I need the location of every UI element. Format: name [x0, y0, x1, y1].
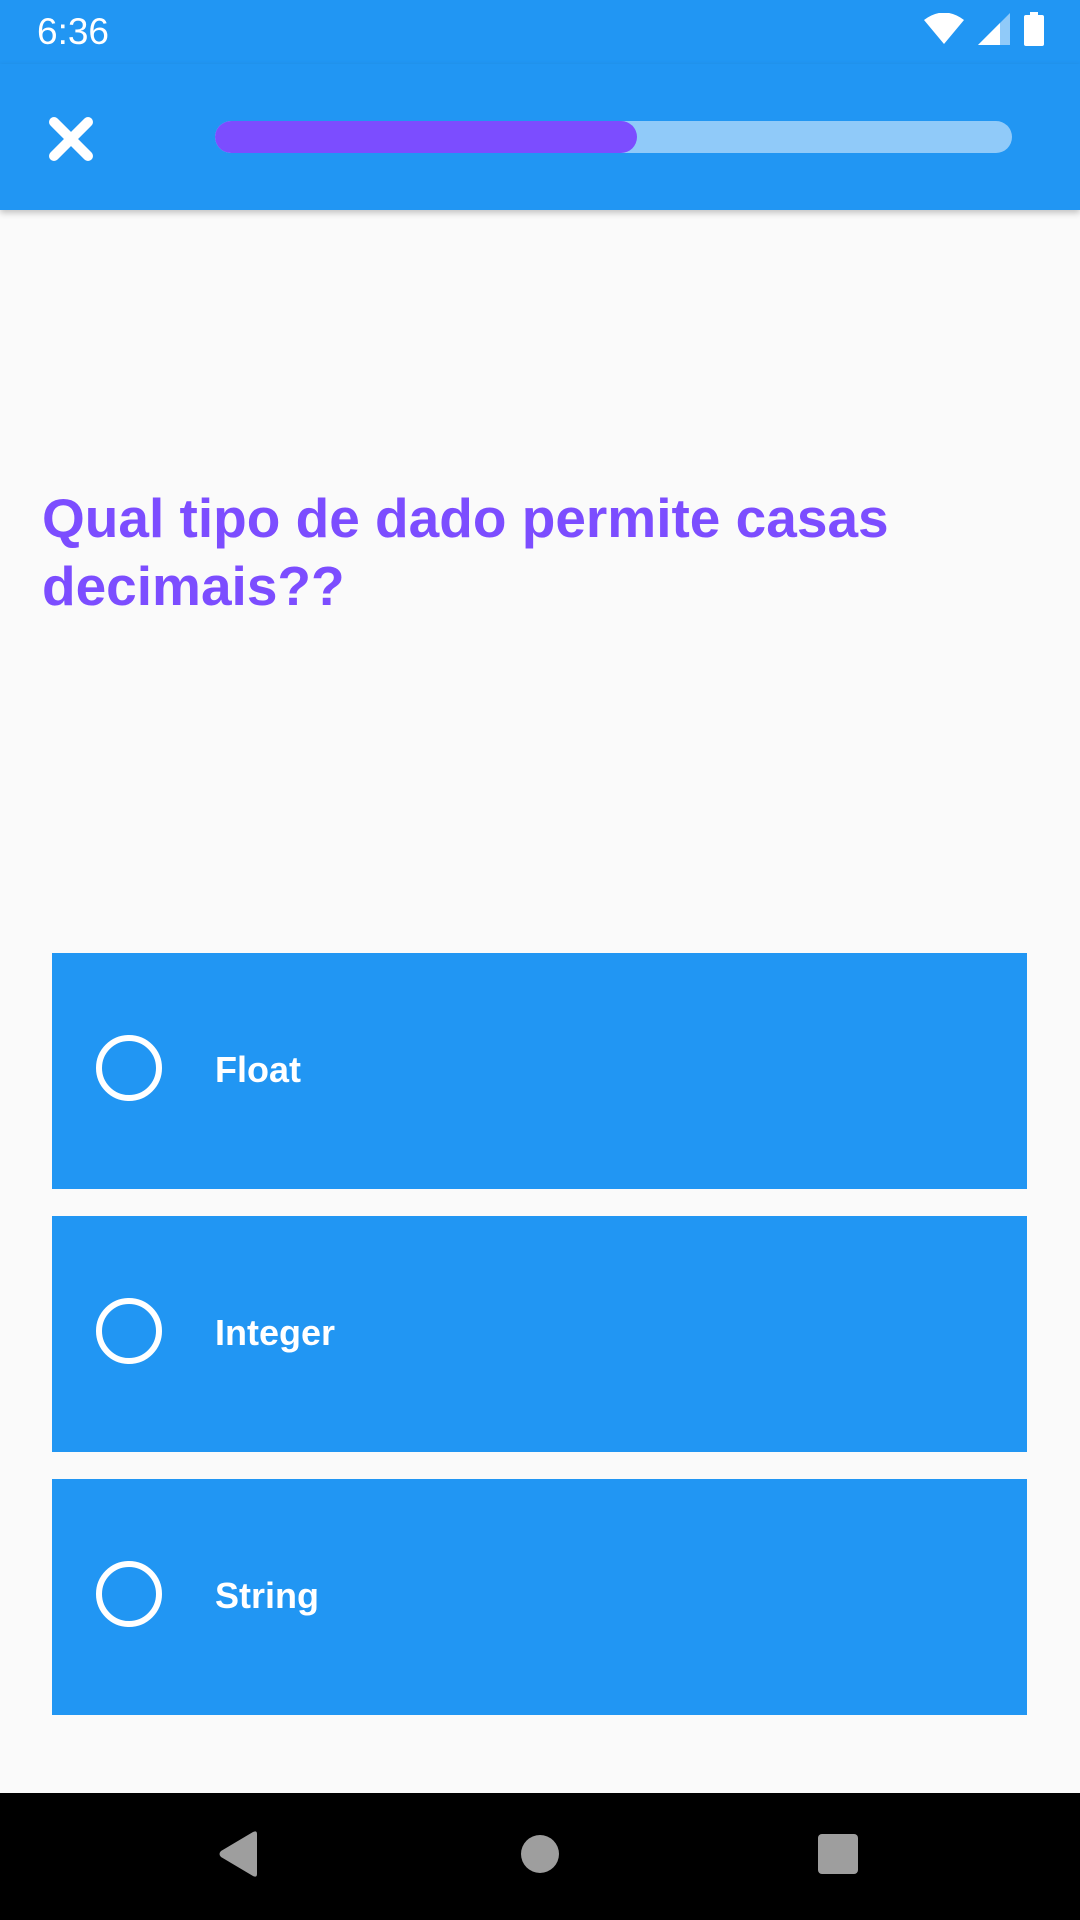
wifi-icon [924, 12, 964, 50]
radio-circle-icon[interactable] [96, 1561, 162, 1627]
radio-circle-icon[interactable] [96, 1035, 162, 1101]
option-label: Float [215, 1049, 301, 1090]
option-label: Integer [215, 1312, 336, 1353]
back-icon [217, 1830, 261, 1883]
option-float[interactable]: Float [52, 953, 1027, 1189]
close-icon [48, 116, 94, 167]
battery-icon [1024, 11, 1044, 51]
quiz-progress-bar [215, 121, 1012, 153]
question-text: Qual tipo de dado permite casas decimais… [42, 487, 889, 617]
answer-options: Float Integer String [52, 953, 1027, 1742]
radio-circle-icon[interactable] [96, 1298, 162, 1364]
option-label: String [215, 1575, 319, 1616]
recents-icon [818, 1833, 858, 1879]
app-bar [0, 64, 1080, 210]
home-button[interactable] [507, 1823, 573, 1889]
quiz-progress-fill [215, 121, 638, 153]
close-button[interactable] [38, 108, 104, 174]
home-icon [520, 1834, 560, 1879]
status-icons [924, 11, 1044, 51]
recents-button[interactable] [805, 1823, 871, 1889]
status-bar: 6:36 [0, 0, 1080, 64]
system-nav-bar [0, 1793, 1080, 1920]
option-string[interactable]: String [52, 1479, 1027, 1715]
status-time: 6:36 [37, 11, 110, 52]
signal-icon [978, 12, 1010, 50]
option-integer[interactable]: Integer [52, 1216, 1027, 1452]
back-button[interactable] [206, 1823, 272, 1889]
